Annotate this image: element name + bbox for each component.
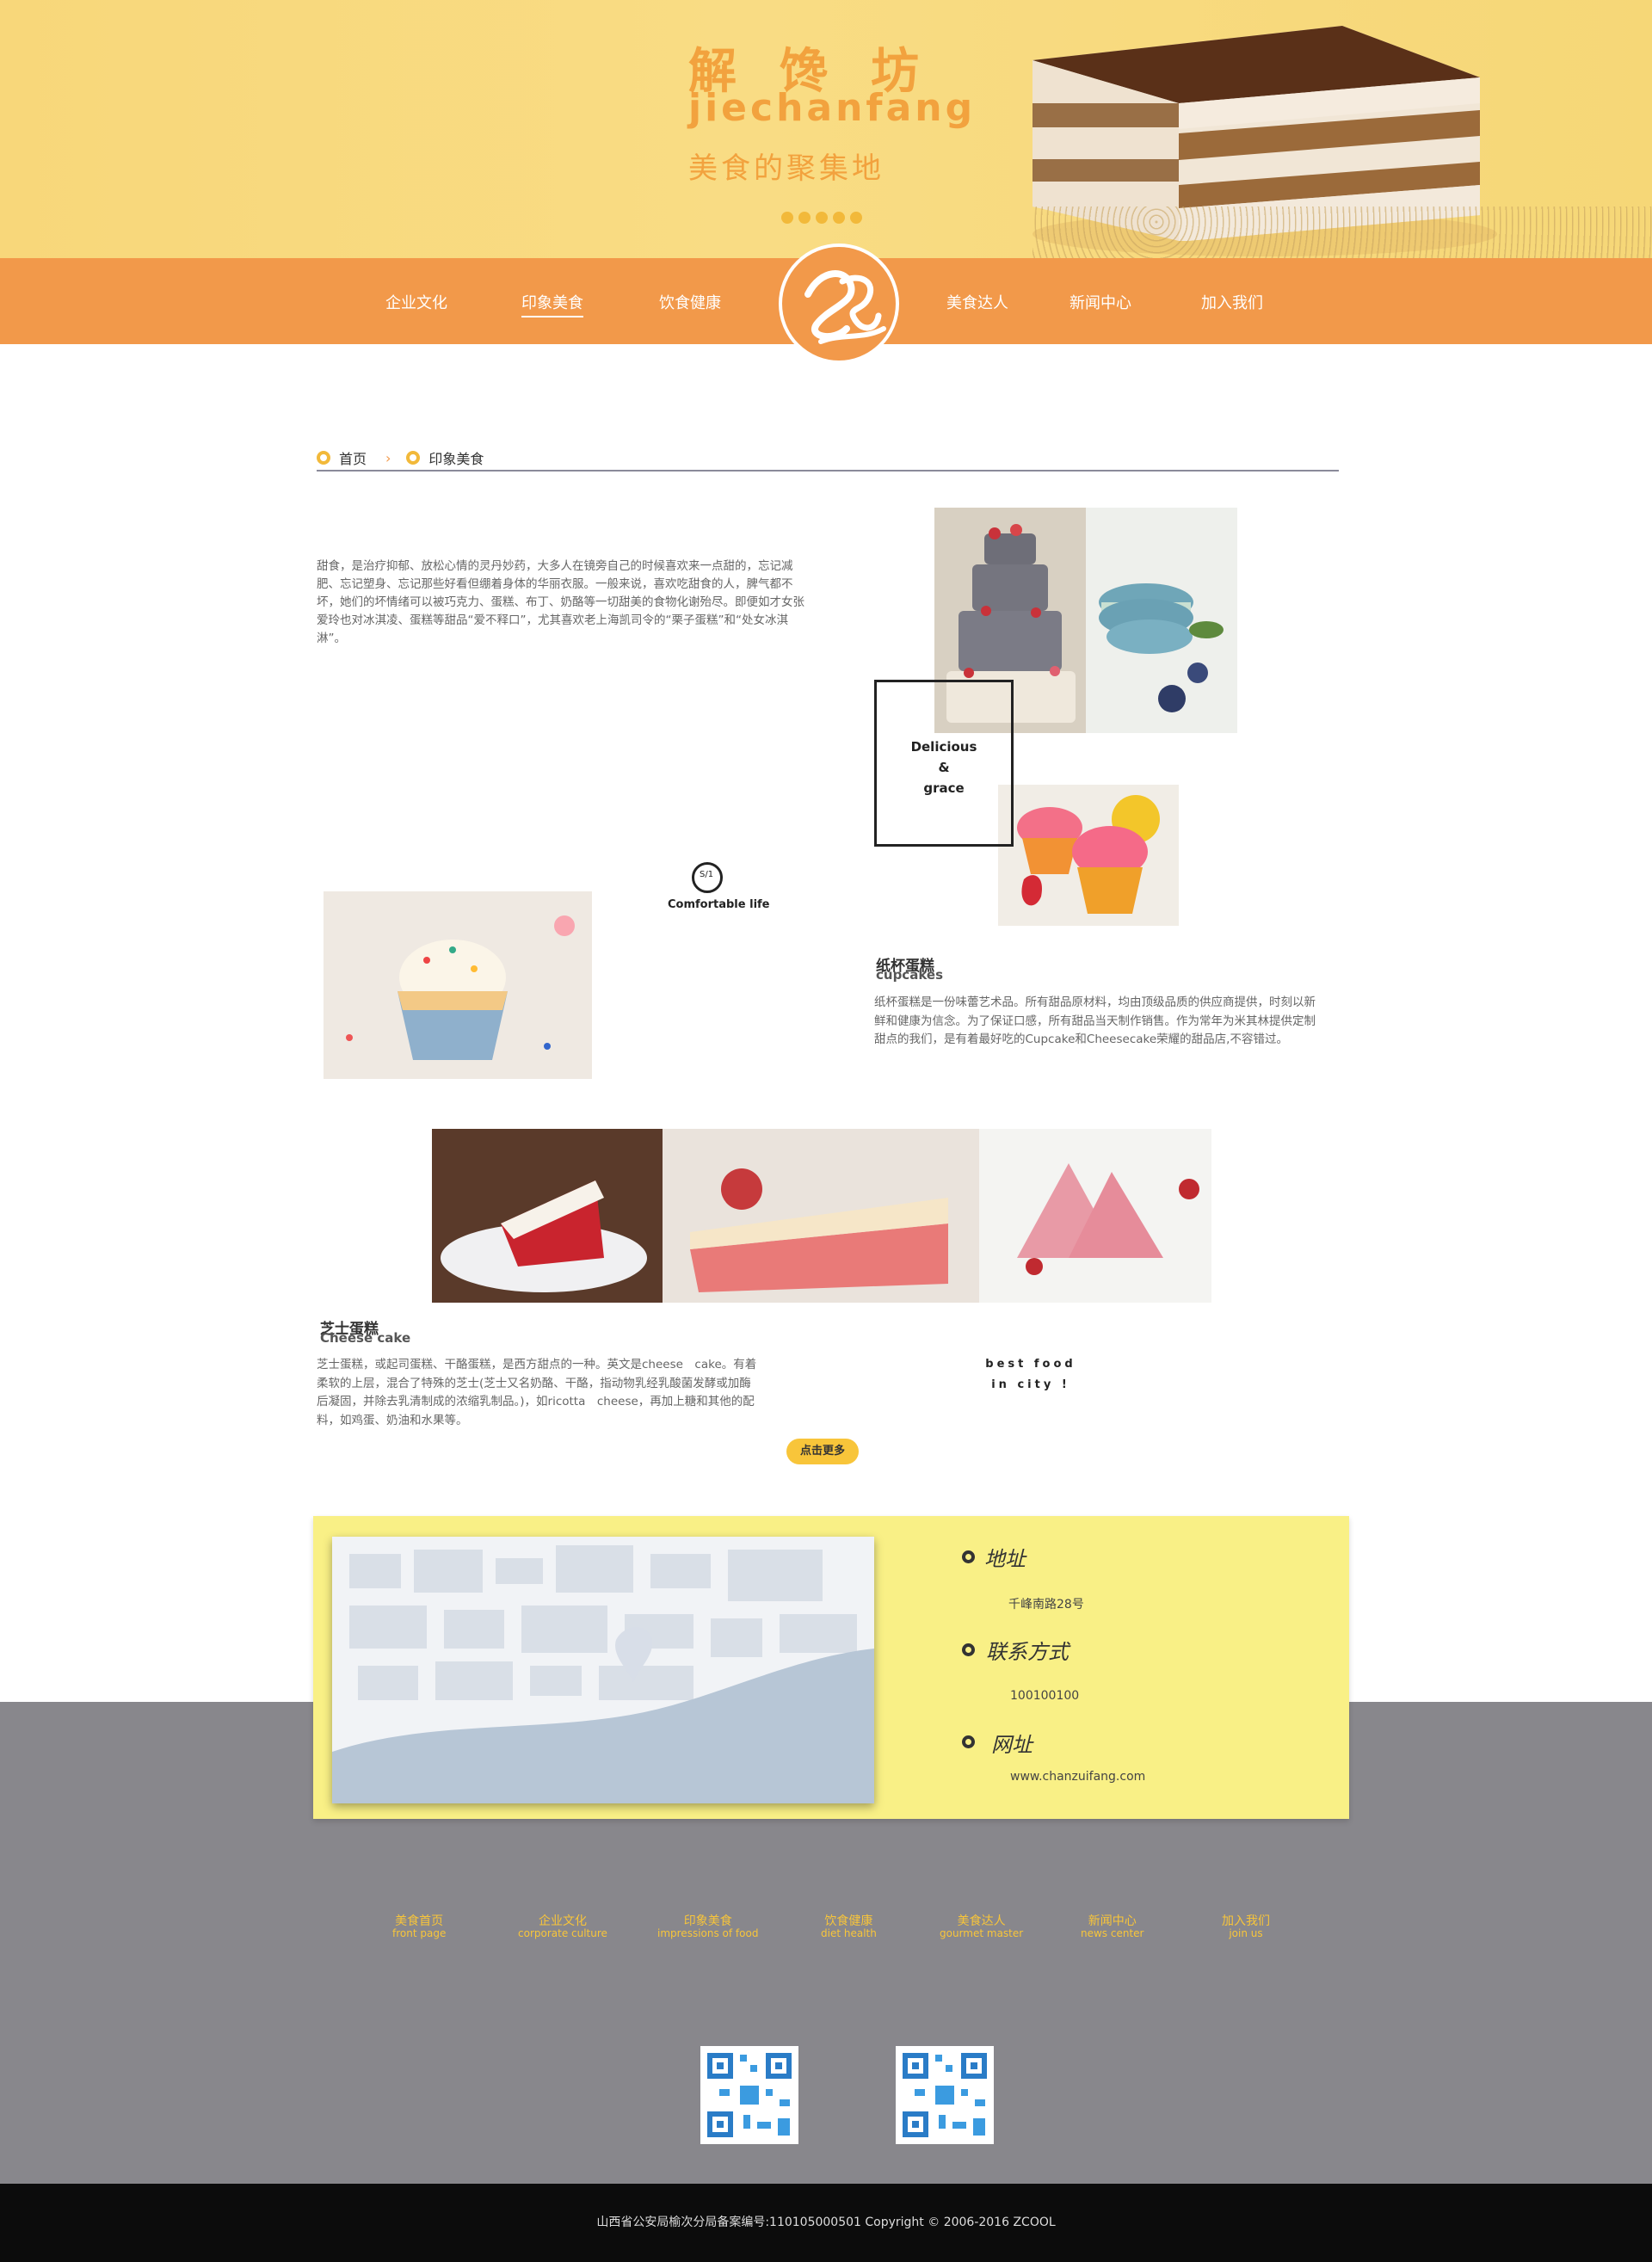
copyright-bar: 山西省公安局榆次分局备案编号:110105000501 Copyright © … — [0, 2184, 1652, 2262]
carousel-dot[interactable] — [816, 212, 828, 224]
nav-item-health[interactable]: 饮食健康 — [659, 291, 721, 313]
frame-line1: Delicious — [910, 739, 977, 755]
cheesecake-desc: 芝士蛋糕，或起司蛋糕、干酪蛋糕，是西方甜点的一种。英文是cheese cake。… — [317, 1358, 757, 1427]
carousel-dot[interactable] — [833, 212, 845, 224]
footer-link-en: diet health — [821, 1927, 877, 1939]
footer-link-cn: 美食达人 — [957, 1914, 1006, 1928]
website-title: 网址 — [991, 1733, 1032, 1757]
frame-line2: & — [938, 760, 950, 775]
cupcakes-image — [998, 785, 1179, 926]
website-value[interactable]: www.chanzuifang.com — [1010, 1770, 1145, 1784]
breadcrumb: 首页 › 印象美食 — [317, 446, 1339, 472]
footer-link-health[interactable]: 饮食健康 diet health — [821, 1915, 877, 1939]
macaron-image — [1086, 508, 1237, 733]
address-title: 地址 — [984, 1547, 1026, 1571]
chevron-right-icon: › — [385, 449, 391, 466]
nav-item-news[interactable]: 新闻中心 — [1069, 291, 1131, 313]
crumb-decoration — [1032, 206, 1652, 258]
footer-link-cn: 加入我们 — [1222, 1914, 1270, 1928]
footer-link-en: news center — [1081, 1927, 1144, 1939]
circle-icon — [962, 1550, 975, 1563]
circle-icon — [317, 451, 330, 465]
carousel-dot[interactable] — [850, 212, 862, 224]
footer-link-cn: 美食首页 — [395, 1914, 444, 1928]
map[interactable] — [332, 1537, 874, 1803]
footer-link-culture[interactable]: 企业文化 corporate culture — [518, 1915, 607, 1939]
carousel-dots[interactable] — [781, 212, 862, 224]
nav-item-food[interactable]: 印象美食 — [521, 291, 583, 317]
hero-banner: 解馋坊 jiechanfang 美食的聚集地 — [0, 0, 1652, 258]
footer-link-en: gourmet master — [940, 1927, 1024, 1939]
footer-link-en: join us — [1229, 1927, 1263, 1939]
footer-link-en: corporate culture — [518, 1927, 607, 1939]
phone-title: 联系方式 — [986, 1640, 1069, 1664]
phone-value: 100100100 — [1010, 1689, 1080, 1703]
comfort-label: Comfortable life — [668, 898, 770, 911]
address-value: 千峰南路28号 — [1008, 1598, 1084, 1612]
carousel-dot[interactable] — [798, 212, 811, 224]
cupcakes-subtitle: cupcakes — [876, 967, 943, 983]
cake-strip-image — [432, 1129, 1211, 1303]
best-food-line1: best food — [985, 1358, 1076, 1371]
cheesecake-subtitle: Cheese cake — [320, 1330, 411, 1346]
footer-link-cn: 印象美食 — [683, 1914, 732, 1928]
best-food-caption: best food in city ! — [979, 1354, 1082, 1396]
circle-icon — [406, 451, 421, 465]
footer-link-join[interactable]: 加入我们 join us — [1222, 1915, 1270, 1939]
more-button[interactable]: 点击更多 — [786, 1439, 859, 1464]
footer-link-food[interactable]: 印象美食 impressions of food — [657, 1915, 758, 1939]
qr-code-icon — [700, 2046, 798, 2144]
nav-item-culture[interactable]: 企业文化 — [385, 291, 447, 313]
breadcrumb-home[interactable]: 首页 — [339, 447, 367, 468]
circle-icon — [962, 1643, 975, 1656]
best-food-line2: in city ! — [991, 1378, 1070, 1391]
qr-code-icon — [896, 2046, 994, 2144]
footer-link-cn: 饮食健康 — [824, 1914, 873, 1928]
footer-link-en: impressions of food — [657, 1927, 759, 1939]
footer-link-cn: 企业文化 — [538, 1914, 587, 1928]
footer-link-news[interactable]: 新闻中心 news center — [1081, 1915, 1143, 1939]
footer-link-home[interactable]: 美食首页 front page — [392, 1915, 446, 1939]
nav-item-gourmet[interactable]: 美食达人 — [946, 291, 1008, 313]
hero-tagline: 美食的聚集地 — [688, 151, 885, 186]
circle-icon — [962, 1735, 975, 1748]
brand-logo-icon[interactable] — [779, 243, 899, 364]
badge-icon: S/1 — [692, 862, 723, 893]
footer-link-cn: 新闻中心 — [1088, 1914, 1137, 1928]
breadcrumb-current: 印象美食 — [428, 451, 484, 467]
hero-subtitle: jiechanfang — [688, 86, 977, 130]
intro-text: 甜食，是治疗抑郁、放松心情的灵丹妙药，大多人在镜旁自己的时候喜欢来一点甜的，忘记… — [317, 559, 804, 645]
carousel-dot[interactable] — [781, 212, 793, 224]
sprinkle-cupcake-image — [324, 891, 592, 1079]
footer-link-gourmet[interactable]: 美食达人 gourmet master — [940, 1915, 1023, 1939]
nav-item-join[interactable]: 加入我们 — [1201, 291, 1263, 313]
frame-caption: Delicious & grace — [874, 737, 1014, 798]
cupcakes-desc: 纸杯蛋糕是一份味蕾艺术品。所有甜品原材料，均由顶级品质的供应商提供，时刻以新鲜和… — [874, 995, 1316, 1046]
footer-link-en: front page — [392, 1927, 447, 1939]
frame-line3: grace — [923, 780, 965, 796]
